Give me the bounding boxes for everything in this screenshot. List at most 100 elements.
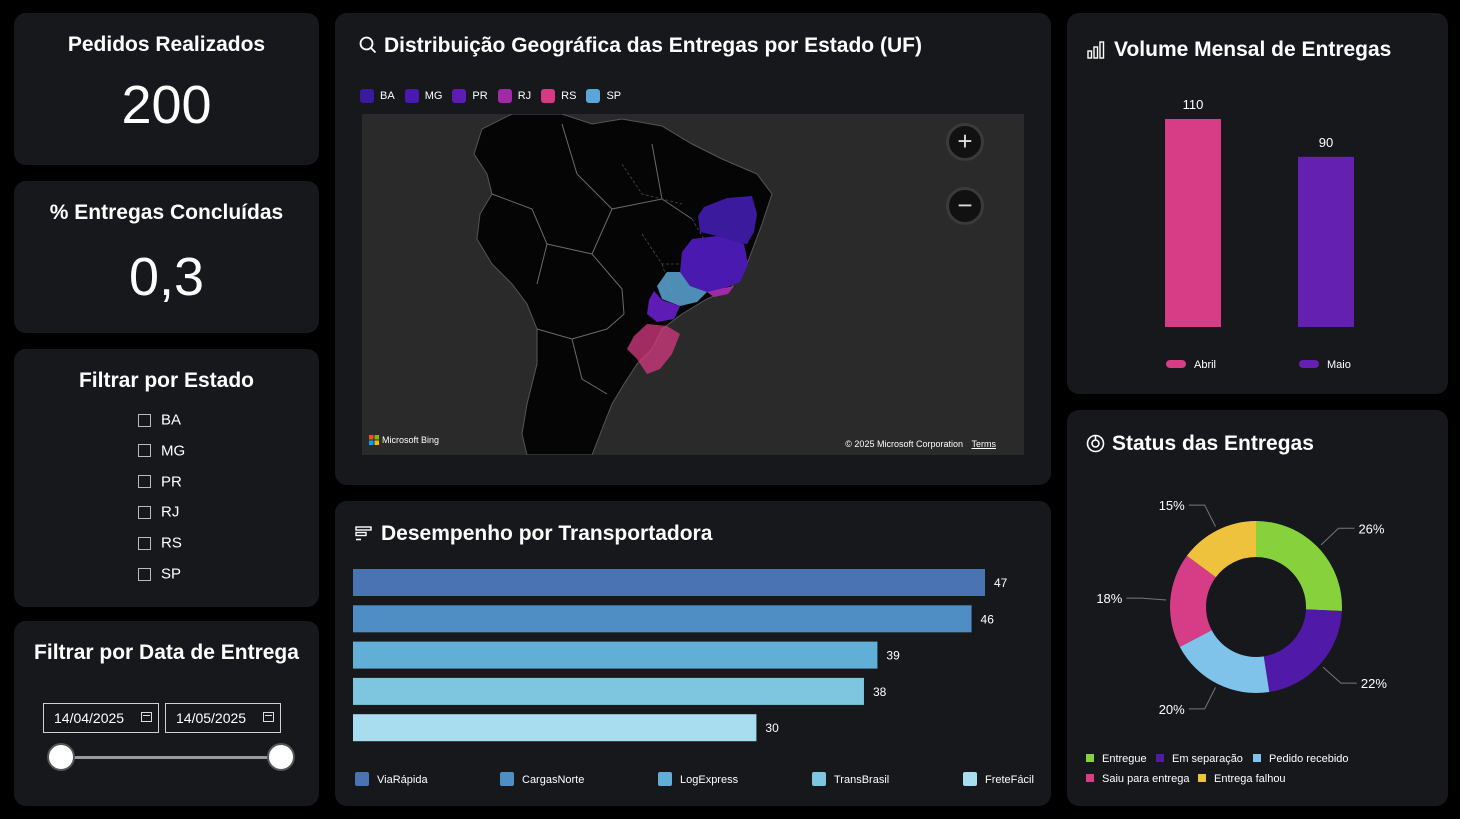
carrier-legend-swatch bbox=[812, 772, 826, 786]
map-legend-item-mg[interactable]: MG bbox=[404, 89, 443, 103]
state-checkbox[interactable] bbox=[138, 475, 151, 489]
south-america-map[interactable] bbox=[362, 114, 1024, 455]
carrier-legend-label[interactable]: ViaRápida bbox=[377, 774, 428, 786]
state-option-sp[interactable]: SP bbox=[138, 565, 181, 583]
state-option-mg[interactable]: MG bbox=[138, 442, 185, 460]
status-legend-label[interactable]: Em separação bbox=[1172, 753, 1243, 765]
calendar-icon[interactable] bbox=[141, 712, 152, 722]
status-legend-label[interactable]: Saiu para entrega bbox=[1102, 773, 1190, 785]
carrier-legend-label[interactable]: CargasNorte bbox=[522, 774, 584, 786]
carrier-legend-label[interactable]: TransBrasil bbox=[834, 774, 889, 786]
legend-label: RJ bbox=[517, 90, 532, 102]
legend-swatch bbox=[586, 89, 601, 103]
state-checkbox[interactable] bbox=[138, 536, 151, 550]
month-bar[interactable] bbox=[1165, 119, 1221, 327]
kpi-delivered-title: % Entregas Concluídas bbox=[49, 201, 284, 224]
carrier-bar-chart: 47 46 39 38 30 ViaRápida CargasNorte LogExpress… bbox=[353, 569, 1034, 786]
date-range-start-handle[interactable] bbox=[47, 743, 75, 771]
state-option-label: SP bbox=[161, 565, 182, 583]
state-checkbox[interactable] bbox=[138, 444, 151, 458]
map-legend: BA MG PR RJ RS SP bbox=[360, 89, 621, 103]
status-legend-label[interactable]: Entrega falhou bbox=[1214, 773, 1286, 785]
legend-label: BA bbox=[380, 90, 395, 102]
carrier-legend-swatch bbox=[658, 772, 672, 786]
legend-swatch bbox=[360, 89, 374, 103]
month-legend-swatch bbox=[1299, 360, 1319, 368]
date-filter-title: Filtrar por Data de Entrega bbox=[34, 641, 299, 664]
status-legend-swatch bbox=[1086, 774, 1094, 782]
date-range-end-handle[interactable] bbox=[267, 743, 295, 771]
kpi-delivered-value: 0,3 bbox=[128, 247, 205, 307]
carrier-legend-swatch bbox=[355, 772, 369, 786]
map-legend-item-sp[interactable]: SP bbox=[586, 89, 621, 103]
carrier-bar-value: 38 bbox=[873, 685, 887, 699]
legend-label: PR bbox=[472, 90, 488, 102]
status-card: Status das Entregas 26% 22% 20% 18% 15% Entre… bbox=[1067, 410, 1448, 806]
carrier-bar-value: 30 bbox=[765, 721, 779, 735]
map-legend-item-ba[interactable]: BA bbox=[360, 89, 395, 103]
status-slice[interactable] bbox=[1263, 609, 1342, 692]
month-legend-label[interactable]: Abril bbox=[1194, 359, 1216, 371]
legend-swatch bbox=[452, 89, 467, 103]
kpi-orders-value: 200 bbox=[121, 75, 212, 135]
status-slice-label: 20% bbox=[1159, 702, 1185, 717]
map-legend-item-rj[interactable]: RJ bbox=[497, 89, 532, 103]
map-title: Distribuição Geográfica das Entregas por… bbox=[384, 34, 922, 57]
end-date-input[interactable]: 14/05/2025 bbox=[165, 703, 281, 733]
state-option-label: RJ bbox=[161, 503, 180, 521]
carrier-bar[interactable] bbox=[353, 714, 757, 742]
status-slice[interactable] bbox=[1256, 521, 1342, 612]
legend-label: MG bbox=[424, 90, 443, 102]
status-legend-swatch bbox=[1156, 754, 1164, 762]
carrier-legend-swatch bbox=[500, 772, 514, 786]
status-leader-line bbox=[1188, 504, 1216, 527]
carrier-bar[interactable] bbox=[353, 641, 878, 669]
calendar-icon[interactable] bbox=[263, 712, 274, 722]
carrier-bar[interactable] bbox=[353, 605, 972, 633]
start-date-input[interactable]: 14/04/2025 bbox=[43, 703, 159, 733]
carrier-bar[interactable] bbox=[353, 677, 864, 705]
search-icon bbox=[359, 36, 377, 54]
map-legend-item-pr[interactable]: PR bbox=[452, 89, 488, 103]
kpi-orders-title: Pedidos Realizados bbox=[67, 33, 266, 56]
carrier-legend-label[interactable]: FreteFácil bbox=[985, 774, 1034, 786]
carrier-legend-label[interactable]: LogExpress bbox=[680, 774, 739, 786]
state-checkbox[interactable] bbox=[138, 505, 151, 519]
map-copyright: © 2025 Microsoft Corporation Terms bbox=[845, 439, 996, 449]
state-option-rj[interactable]: RJ bbox=[138, 503, 179, 521]
carrier-legend-swatch bbox=[963, 772, 977, 786]
map-legend-item-rs[interactable]: RS bbox=[541, 89, 576, 103]
status-leader-line bbox=[1188, 687, 1216, 710]
status-leader-line bbox=[1320, 527, 1355, 546]
zoom-out-button[interactable]: − bbox=[946, 187, 984, 225]
monthly-bar-chart: 110 90 Abril Maio bbox=[1165, 97, 1354, 371]
status-leader-line bbox=[1126, 597, 1167, 601]
carrier-bar[interactable] bbox=[353, 569, 985, 596]
date-range-slider-track[interactable] bbox=[61, 756, 281, 759]
status-slice-label: 22% bbox=[1361, 676, 1387, 691]
status-leader-line bbox=[1322, 666, 1357, 684]
zoom-in-button[interactable]: + bbox=[946, 123, 984, 161]
monthly-card: Volume Mensal de Entregas 110 90 Abril Maio bbox=[1067, 13, 1448, 394]
state-checkbox[interactable] bbox=[138, 413, 151, 427]
status-legend-label[interactable]: Pedido recebido bbox=[1269, 753, 1349, 765]
state-region-mg[interactable] bbox=[680, 236, 748, 292]
carrier-card: Desempenho por Transportadora 47 46 39 38 30… bbox=[335, 501, 1051, 806]
month-bar-value: 90 bbox=[1319, 135, 1333, 150]
terms-link[interactable]: Terms bbox=[972, 439, 997, 449]
status-legend-swatch bbox=[1198, 774, 1206, 782]
state-option-label: BA bbox=[161, 411, 182, 429]
legend-swatch bbox=[404, 89, 419, 103]
date-filter-card: Filtrar por Data de Entrega 14/04/2025 1… bbox=[14, 621, 319, 806]
state-option-ba[interactable]: BA bbox=[138, 411, 181, 429]
status-legend-label[interactable]: Entregue bbox=[1102, 753, 1147, 765]
state-option-label: RS bbox=[161, 534, 182, 552]
state-option-label: PR bbox=[161, 473, 182, 491]
state-option-pr[interactable]: PR bbox=[138, 473, 182, 491]
month-bar[interactable] bbox=[1298, 156, 1354, 327]
state-option-rs[interactable]: RS bbox=[138, 534, 182, 552]
state-checkbox[interactable] bbox=[138, 567, 151, 581]
month-legend-label[interactable]: Maio bbox=[1327, 359, 1351, 371]
status-donut-chart: 26% 22% 20% 18% 15% Entregue Em separação Pedid… bbox=[1086, 498, 1387, 785]
map-view[interactable]: + − Microsoft Bing © 2025 Microsoft Corp… bbox=[362, 114, 1024, 455]
